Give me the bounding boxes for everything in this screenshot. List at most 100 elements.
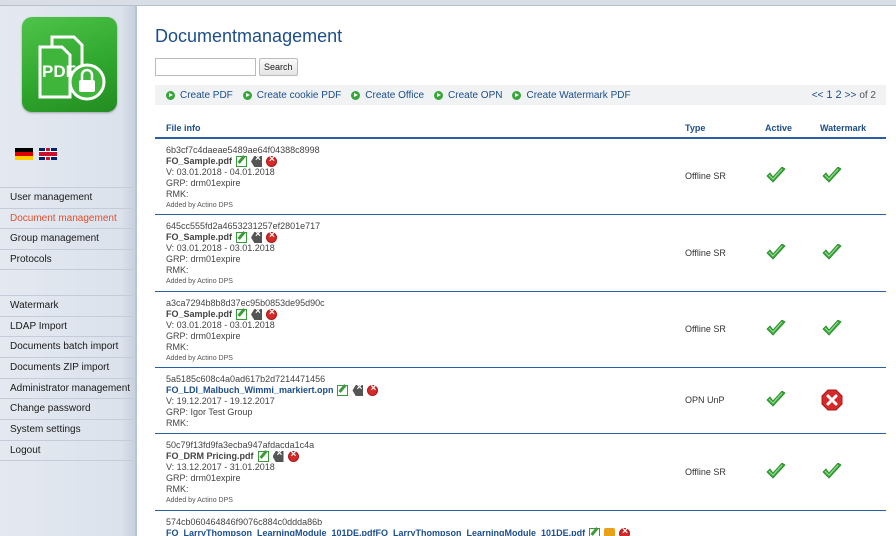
play-circle-icon bbox=[166, 90, 175, 100]
file-name[interactable]: FO_Sample.pdf bbox=[166, 309, 232, 320]
action-create-cookie-pdf[interactable]: Create cookie PDF bbox=[242, 89, 342, 101]
delete-icon[interactable] bbox=[251, 156, 263, 167]
active-check-icon[interactable] bbox=[766, 462, 786, 481]
col-type[interactable]: Type bbox=[685, 123, 705, 133]
document-table: File info Type Active Watermark 6b3cf7c4… bbox=[155, 119, 886, 536]
active-check-icon[interactable] bbox=[766, 167, 786, 185]
sidebar-item-ldap-import[interactable]: LDAP Import bbox=[0, 315, 137, 337]
remove-icon[interactable] bbox=[619, 526, 631, 536]
added-by: Added by Actino DPS bbox=[166, 278, 233, 285]
remark: RMK: bbox=[166, 342, 189, 352]
search-input[interactable] bbox=[155, 58, 256, 76]
pager-prev[interactable]: << bbox=[812, 90, 824, 101]
edit-icon[interactable] bbox=[236, 309, 248, 320]
col-watermark[interactable]: Watermark bbox=[820, 123, 866, 133]
delete-icon[interactable] bbox=[352, 385, 364, 396]
document-type: Offline SR bbox=[685, 324, 726, 334]
edit-icon[interactable] bbox=[257, 451, 269, 462]
uk-flag-icon[interactable] bbox=[39, 148, 57, 160]
file-name[interactable]: FO_DRM Pricing.pdf bbox=[166, 451, 254, 462]
pager-next[interactable]: >> bbox=[845, 90, 857, 101]
table-header: File info Type Active Watermark bbox=[155, 119, 886, 139]
action-label: Create cookie PDF bbox=[256, 89, 342, 101]
document-type: Offline SR bbox=[685, 171, 726, 181]
sidebar-item-watermark[interactable]: Watermark bbox=[0, 295, 137, 316]
remove-icon[interactable] bbox=[287, 449, 299, 462]
delete-icon[interactable] bbox=[251, 232, 263, 243]
action-create-watermark-pdf[interactable]: Create Watermark PDF bbox=[512, 89, 631, 101]
file-name[interactable]: FO_Sample.pdf bbox=[166, 232, 232, 243]
pagination: << 1 2 >> of 2 bbox=[812, 89, 876, 101]
active-check-icon[interactable] bbox=[766, 320, 786, 338]
action-create-pdf[interactable]: Create PDF bbox=[166, 90, 233, 101]
col-file-info[interactable]: File info bbox=[166, 123, 201, 133]
file-hash: 574cb060464846f9076c884c0ddda86b bbox=[166, 517, 323, 527]
watermark-check-icon[interactable] bbox=[822, 320, 842, 338]
sidebar-item-administrator-management[interactable]: Administrator management bbox=[0, 377, 137, 399]
file-name[interactable]: FO_Sample.pdf bbox=[166, 156, 232, 167]
sidebar-item-user-management[interactable]: User management bbox=[0, 187, 137, 208]
action-label: Create PDF bbox=[180, 89, 233, 101]
file-name-line: FO_Sample.pdf bbox=[166, 154, 886, 167]
pager-page-1[interactable]: 1 bbox=[826, 89, 832, 101]
table-row: 645cc555fd2a4653231257ef2801e717 FO_Sampl… bbox=[155, 215, 886, 292]
sidebar-item-documents-zip-import[interactable]: Documents ZIP import bbox=[0, 357, 137, 378]
remark: RMK: bbox=[166, 265, 189, 275]
file-name[interactable]: FO_LarryThompson_LearningModule_101DE.pd… bbox=[166, 528, 585, 536]
sidebar: PDF User management Document management Gr… bbox=[0, 6, 137, 536]
document-type: Offline SR bbox=[685, 466, 726, 477]
search-button[interactable]: Search bbox=[259, 58, 298, 76]
sidebar-item-documents-batch-import[interactable]: Documents batch import bbox=[0, 336, 137, 357]
remove-icon[interactable] bbox=[266, 154, 278, 167]
remark: RMK: bbox=[166, 484, 189, 494]
table-row: 574cb060464846f9076c884c0ddda86b FO_Larry… bbox=[155, 511, 886, 536]
page-title: Documentmanagement bbox=[155, 26, 343, 46]
sidebar-item-change-password[interactable]: Change password bbox=[0, 398, 137, 419]
file-name-line: FO_DRM Pricing.pdf bbox=[166, 449, 886, 462]
sidebar-item-logout[interactable]: Logout bbox=[0, 439, 137, 461]
pdf-lock-logo: PDF bbox=[22, 17, 117, 112]
edit-icon[interactable] bbox=[589, 528, 601, 536]
play-circle-icon bbox=[242, 90, 252, 100]
main-menu: User management Document management Group … bbox=[0, 187, 137, 270]
watermark-check-icon[interactable] bbox=[822, 243, 842, 262]
table-row: 5a5185c608c4a0ad617b2d7214471456 FO_LDI_M… bbox=[155, 368, 886, 434]
file-hash: 5a5185c608c4a0ad617b2d7214471456 bbox=[166, 374, 326, 384]
watermark-check-icon[interactable] bbox=[822, 462, 842, 481]
file-name[interactable]: FO_LDI_Malbuch_Wimmi_markiert.opn bbox=[166, 385, 333, 396]
watermark-check-icon[interactable] bbox=[822, 167, 842, 185]
active-check-icon[interactable] bbox=[766, 391, 786, 409]
document-type: OPN UnP bbox=[685, 395, 725, 405]
edit-icon[interactable] bbox=[236, 156, 248, 167]
remove-icon[interactable] bbox=[266, 307, 278, 320]
lock-icon[interactable] bbox=[604, 528, 616, 536]
play-circle-icon bbox=[351, 90, 361, 100]
remove-icon[interactable] bbox=[367, 383, 379, 396]
active-check-icon[interactable] bbox=[766, 243, 786, 262]
sidebar-item-protocols[interactable]: Protocols bbox=[0, 249, 137, 270]
file-hash: 50c79f13fd9fa3ecba947afdacda1c4a bbox=[166, 440, 315, 450]
sidebar-item-document-management[interactable]: Document management bbox=[0, 207, 137, 229]
file-info-cell: 574cb060464846f9076c884c0ddda86b FO_Larry… bbox=[155, 511, 886, 536]
col-active[interactable]: Active bbox=[765, 123, 792, 133]
sidebar-item-system-settings[interactable]: System settings bbox=[0, 419, 137, 440]
delete-icon[interactable] bbox=[272, 451, 284, 462]
pdf-lock-icon: PDF bbox=[38, 35, 106, 101]
delete-icon[interactable] bbox=[251, 309, 263, 320]
file-name-line: FO_LarryThompson_LearningModule_101DE.pd… bbox=[166, 526, 886, 536]
pager-page-2[interactable]: 2 bbox=[836, 89, 842, 101]
admin-menu: Watermark LDAP Import Documents batch impo… bbox=[0, 295, 137, 461]
action-create-opn[interactable]: Create OPN bbox=[434, 90, 502, 101]
remove-icon[interactable] bbox=[266, 230, 278, 243]
watermark-error-icon[interactable] bbox=[821, 389, 843, 411]
action-label: Create Watermark PDF bbox=[526, 89, 631, 101]
german-flag-icon[interactable] bbox=[15, 148, 33, 160]
sidebar-item-group-management[interactable]: Group management bbox=[0, 228, 137, 249]
action-label: Create Office bbox=[365, 89, 425, 101]
action-bar: Create PDF Create cookie PDF Create Office… bbox=[155, 85, 886, 105]
edit-icon[interactable] bbox=[337, 385, 349, 396]
pager-total: of 2 bbox=[859, 89, 876, 101]
edit-icon[interactable] bbox=[236, 232, 248, 243]
action-create-office[interactable]: Create Office bbox=[351, 90, 424, 101]
language-selector bbox=[15, 148, 57, 160]
